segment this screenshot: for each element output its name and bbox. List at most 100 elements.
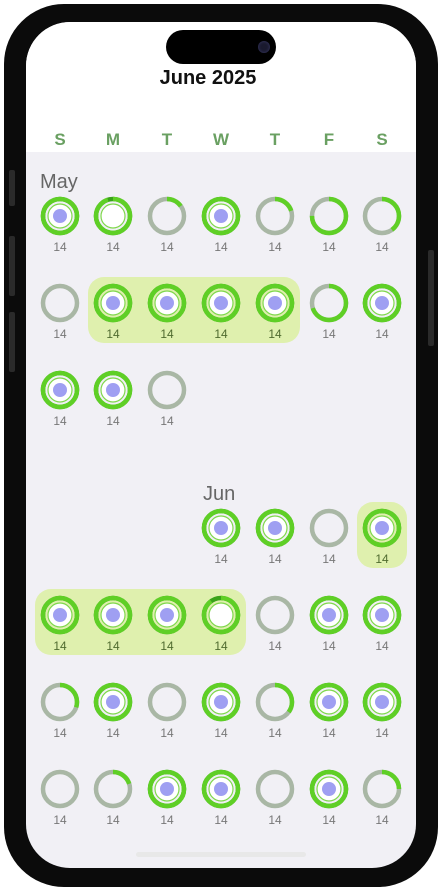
day-progress-ring[interactable] [147, 196, 187, 236]
day-value-label: 14 [268, 552, 282, 566]
day-progress-ring[interactable] [201, 595, 241, 635]
day-value-label: 14 [322, 726, 336, 740]
day-value-label: 14 [214, 813, 228, 827]
day-progress-ring[interactable] [93, 769, 133, 809]
day-value-label: 14 [214, 726, 228, 740]
day-value-label: 14 [106, 240, 120, 254]
month-label: Jun [203, 483, 236, 505]
weekday-tue: T [161, 130, 173, 149]
day-progress-ring[interactable] [309, 595, 349, 635]
weekday-sat: S [376, 130, 388, 149]
day-progress-ring[interactable] [362, 595, 402, 635]
day-progress-ring[interactable] [362, 682, 402, 722]
day-progress-ring[interactable] [147, 595, 187, 635]
day-progress-ring[interactable] [201, 196, 241, 236]
day-value-label: 14 [106, 327, 120, 341]
day-progress-ring[interactable] [40, 595, 80, 635]
weekday-wed: W [212, 130, 230, 149]
day-value-label: 14 [160, 240, 174, 254]
weekday-thu: T [269, 130, 281, 149]
day-progress-ring[interactable] [201, 682, 241, 722]
day-value-label: 14 [268, 726, 282, 740]
day-value-label: 14 [160, 414, 174, 428]
day-value-label: 14 [53, 726, 67, 740]
day-progress-ring[interactable] [93, 682, 133, 722]
day-value-label: 14 [160, 327, 174, 341]
day-progress-ring[interactable] [309, 508, 349, 548]
day-value-label: 14 [214, 327, 228, 341]
day-progress-ring[interactable] [255, 508, 295, 548]
day-progress-ring[interactable] [40, 682, 80, 722]
day-value-label: 14 [268, 639, 282, 653]
day-value-label: 14 [53, 240, 67, 254]
day-progress-ring[interactable] [147, 682, 187, 722]
day-progress-ring[interactable] [40, 370, 80, 410]
day-progress-ring[interactable] [309, 283, 349, 323]
day-progress-ring[interactable] [147, 769, 187, 809]
day-value-label: 14 [214, 552, 228, 566]
day-value-label: 14 [322, 552, 336, 566]
weekday-fri: F [323, 130, 335, 149]
day-progress-ring[interactable] [255, 682, 295, 722]
day-progress-ring[interactable] [93, 283, 133, 323]
day-value-label: 14 [53, 414, 67, 428]
day-progress-ring[interactable] [201, 283, 241, 323]
day-value-label: 14 [160, 639, 174, 653]
day-value-label: 14 [375, 240, 389, 254]
day-value-label: 14 [106, 813, 120, 827]
day-progress-ring[interactable] [93, 595, 133, 635]
day-value-label: 14 [268, 813, 282, 827]
day-value-label: 14 [375, 813, 389, 827]
power-button [428, 250, 434, 346]
day-value-label: 14 [53, 639, 67, 653]
dynamic-island [166, 30, 276, 64]
day-value-label: 14 [160, 813, 174, 827]
day-progress-ring[interactable] [362, 769, 402, 809]
day-progress-ring[interactable] [40, 283, 80, 323]
day-progress-ring[interactable] [147, 370, 187, 410]
day-value-label: 14 [375, 639, 389, 653]
volume-down-button [9, 312, 15, 372]
mute-switch [9, 170, 15, 206]
day-value-label: 14 [53, 327, 67, 341]
day-value-label: 14 [53, 813, 67, 827]
day-progress-ring[interactable] [40, 769, 80, 809]
day-progress-ring[interactable] [362, 283, 402, 323]
day-progress-ring[interactable] [255, 196, 295, 236]
home-indicator[interactable] [136, 852, 306, 857]
day-value-label: 14 [214, 639, 228, 653]
weekday-mon: M [105, 130, 121, 149]
page-title: June 2025 [159, 67, 257, 89]
day-progress-ring[interactable] [309, 196, 349, 236]
day-value-label: 14 [106, 639, 120, 653]
day-value-label: 14 [106, 414, 120, 428]
day-progress-ring[interactable] [147, 283, 187, 323]
day-value-label: 14 [375, 552, 389, 566]
weekday-sun: S [54, 130, 66, 149]
day-progress-ring[interactable] [255, 595, 295, 635]
day-value-label: 14 [214, 240, 228, 254]
day-progress-ring[interactable] [93, 196, 133, 236]
day-progress-ring[interactable] [362, 196, 402, 236]
volume-up-button [9, 236, 15, 296]
day-value-label: 14 [106, 726, 120, 740]
day-value-label: 14 [375, 726, 389, 740]
day-value-label: 14 [322, 639, 336, 653]
day-progress-ring[interactable] [201, 508, 241, 548]
day-value-label: 14 [322, 813, 336, 827]
day-value-label: 14 [322, 240, 336, 254]
day-value-label: 14 [375, 327, 389, 341]
month-label: May [40, 171, 78, 193]
day-progress-ring[interactable] [255, 769, 295, 809]
day-progress-ring[interactable] [201, 769, 241, 809]
day-progress-ring[interactable] [309, 682, 349, 722]
day-value-label: 14 [268, 327, 282, 341]
day-progress-ring[interactable] [40, 196, 80, 236]
day-value-label: 14 [160, 726, 174, 740]
camera-icon [258, 41, 270, 53]
day-progress-ring[interactable] [255, 283, 295, 323]
day-progress-ring[interactable] [93, 370, 133, 410]
day-value-label: 14 [322, 327, 336, 341]
day-progress-ring[interactable] [362, 508, 402, 548]
day-progress-ring[interactable] [309, 769, 349, 809]
